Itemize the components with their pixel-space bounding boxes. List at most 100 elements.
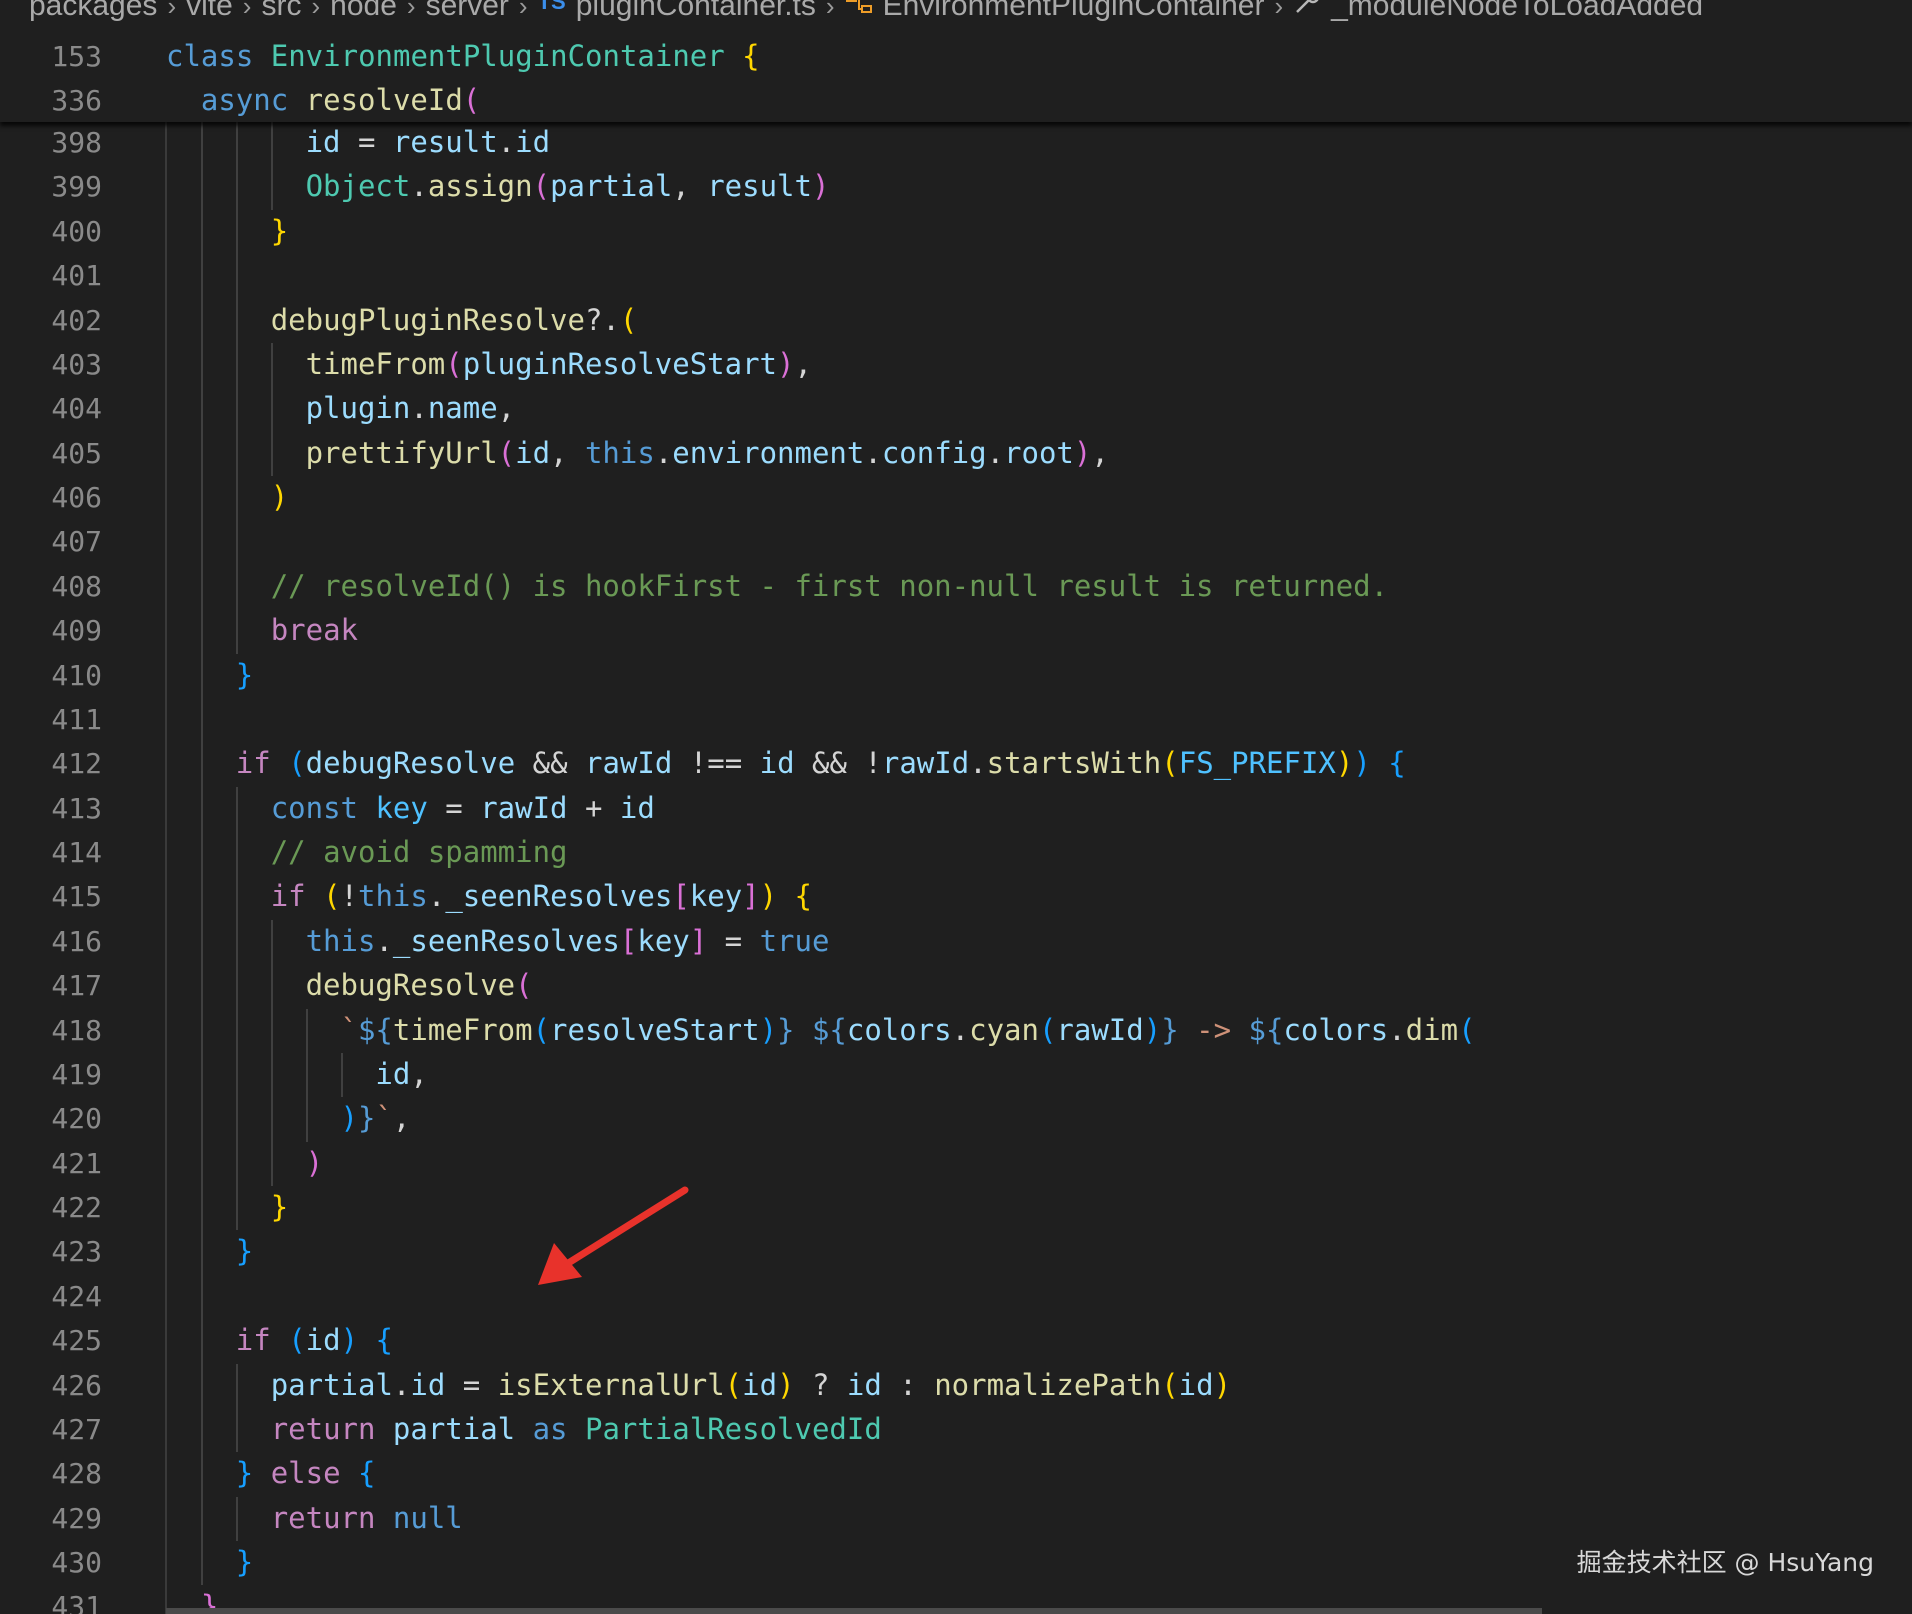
code-token: if	[270, 879, 324, 914]
breadcrumb-item-server[interactable]: server	[426, 0, 509, 21]
code-token: this	[358, 879, 428, 914]
code-token: Object	[305, 169, 411, 204]
code-token: )	[1143, 1012, 1162, 1047]
code-token: this	[305, 923, 376, 958]
sticky-scroll[interactable]: 153 class EnvironmentPluginContainer {336…	[0, 34, 1912, 122]
code-line[interactable]: 426 partial.id = isExternalUrl(id) ? id :…	[0, 1364, 1912, 1407]
code-token: (	[1161, 746, 1179, 781]
code-token: (	[462, 83, 481, 117]
code-token: .	[951, 1012, 970, 1047]
horizontal-scrollbar[interactable]	[166, 1608, 1542, 1614]
code-line[interactable]: 407	[0, 520, 1912, 563]
code-token: const	[270, 790, 376, 825]
line-code: const key = rawId + id	[271, 787, 655, 830]
code-line[interactable]: 422}	[0, 1186, 1912, 1229]
code-line[interactable]: 409 break	[0, 609, 1912, 652]
line-number: 407	[51, 525, 102, 559]
code-line[interactable]: 403 timeFrom(pluginResolveStart),	[0, 343, 1912, 386]
line-number: 409	[51, 614, 102, 648]
code-token: result	[392, 125, 498, 159]
breadcrumb-item-packages[interactable]: packages	[29, 0, 157, 21]
code-line[interactable]: 428} else {	[0, 1452, 1912, 1495]
indent-guide	[270, 919, 273, 1186]
code-line[interactable]: 421)	[0, 1142, 1912, 1185]
code-line[interactable]: 406)	[0, 476, 1912, 519]
code-line[interactable]: 410}	[0, 654, 1912, 697]
code-token: ]	[742, 879, 760, 914]
code-line[interactable]: 401	[0, 254, 1912, 297]
code-line[interactable]: 413 const key = rawId + id	[0, 787, 1912, 830]
code-token: plugin	[305, 391, 411, 426]
code-line[interactable]: 418 `${timeFrom(resolveStart)} ${colors.c…	[0, 1009, 1912, 1052]
breadcrumb-item-class[interactable]: EnvironmentPluginContainer	[883, 0, 1265, 21]
code-line[interactable]: 411	[0, 698, 1912, 741]
code-token: return	[270, 1500, 393, 1535]
code-line[interactable]: 336 async resolveId(	[0, 79, 1912, 122]
line-number: 418	[51, 1013, 102, 1047]
code-line[interactable]: 153 class EnvironmentPluginContainer {	[0, 35, 1912, 78]
code-line[interactable]: 424	[0, 1275, 1912, 1318]
code-token: .	[1388, 1012, 1406, 1047]
code-token: :	[899, 1367, 935, 1402]
code-line[interactable]: 405 prettifyUrl(id, this.environment.conf…	[0, 432, 1912, 475]
chevron-right-icon: ›	[167, 0, 177, 21]
code-line[interactable]: 400}	[0, 210, 1912, 253]
code-line[interactable]: 404 plugin.name,	[0, 387, 1912, 430]
code-token: (	[288, 746, 306, 781]
breadcrumb-item-src[interactable]: src	[261, 0, 301, 21]
code-line[interactable]: 429 return null	[0, 1497, 1912, 1540]
line-number: 399	[51, 170, 102, 204]
code-token: result	[707, 169, 812, 204]
breadcrumb-item-vite[interactable]: vite	[186, 0, 233, 21]
code-token: environment	[672, 435, 865, 470]
code-line[interactable]: 416 this._seenResolves[key] = true	[0, 920, 1912, 963]
indent-guide	[235, 1496, 238, 1541]
code-line[interactable]: 398 id = result.id	[0, 121, 1912, 164]
watermark: 掘金技术社区 @ HsuYang	[1576, 1548, 1874, 1577]
breadcrumb: packages › vite › src › node › server › …	[0, 0, 1912, 34]
code-token: .	[427, 879, 446, 914]
breadcrumb-item-file[interactable]: pluginContainer.ts	[576, 0, 816, 21]
code-line[interactable]: 399 Object.assign(partial, result)	[0, 165, 1912, 208]
indent-guide	[235, 121, 238, 654]
indent-guide	[235, 1363, 238, 1453]
code-token: timeFrom	[305, 346, 446, 381]
code-line[interactable]: 412 if (debugResolve && rawId !== id && !…	[0, 742, 1912, 785]
code-token: debugResolve	[305, 746, 533, 781]
code-line[interactable]: 425 if (id) {	[0, 1319, 1912, 1362]
code-editor[interactable]: 398 id = result.id 399 Object.assign(partia…	[0, 0, 1912, 1614]
code-token: rawId	[480, 790, 585, 825]
code-token: pluginResolveStart	[462, 346, 778, 381]
line-number: 427	[51, 1412, 102, 1446]
code-token: .	[497, 125, 516, 159]
code-token: ]	[689, 923, 725, 958]
code-token: key	[637, 923, 690, 958]
breadcrumb-item-node[interactable]: node	[330, 0, 397, 21]
code-token: as	[532, 1411, 585, 1446]
code-line[interactable]: 423}	[0, 1230, 1912, 1273]
code-line[interactable]: 414 // avoid spamming	[0, 831, 1912, 874]
code-line[interactable]: 402 debugPluginResolve?.(	[0, 299, 1912, 342]
code-token: FS_PREFIX	[1178, 746, 1336, 781]
code-token: =	[724, 923, 760, 958]
code-token: key	[689, 879, 743, 914]
code-token: name	[427, 391, 498, 426]
code-line[interactable]: 408 // resolveId() is hookFirst - first n…	[0, 565, 1912, 608]
code-token: .	[986, 435, 1005, 470]
code-token: }	[357, 1101, 376, 1136]
code-token: debugPluginResolve	[270, 302, 585, 337]
code-line[interactable]: 419 id,	[0, 1053, 1912, 1096]
line-code: if (!this._seenResolves[key]) {	[271, 875, 812, 918]
line-code: `${timeFrom(resolveStart)} ${colors.cyan…	[341, 1009, 1476, 1052]
code-token: ?	[811, 1367, 847, 1402]
code-token: (	[619, 302, 638, 337]
breadcrumb-item-property[interactable]: _moduleNodeToLoadAdded	[1331, 0, 1703, 21]
code-line[interactable]: 420)}`,	[0, 1097, 1912, 1140]
code-token: }	[235, 657, 254, 692]
code-token: .	[969, 746, 987, 781]
code-token: PartialResolvedId	[584, 1411, 882, 1446]
code-line[interactable]: 427 return partial as PartialResolvedId	[0, 1408, 1912, 1451]
code-line[interactable]: 415 if (!this._seenResolves[key]) {	[0, 875, 1912, 918]
code-token: id	[846, 1367, 900, 1402]
code-line[interactable]: 417 debugResolve(	[0, 964, 1912, 1007]
